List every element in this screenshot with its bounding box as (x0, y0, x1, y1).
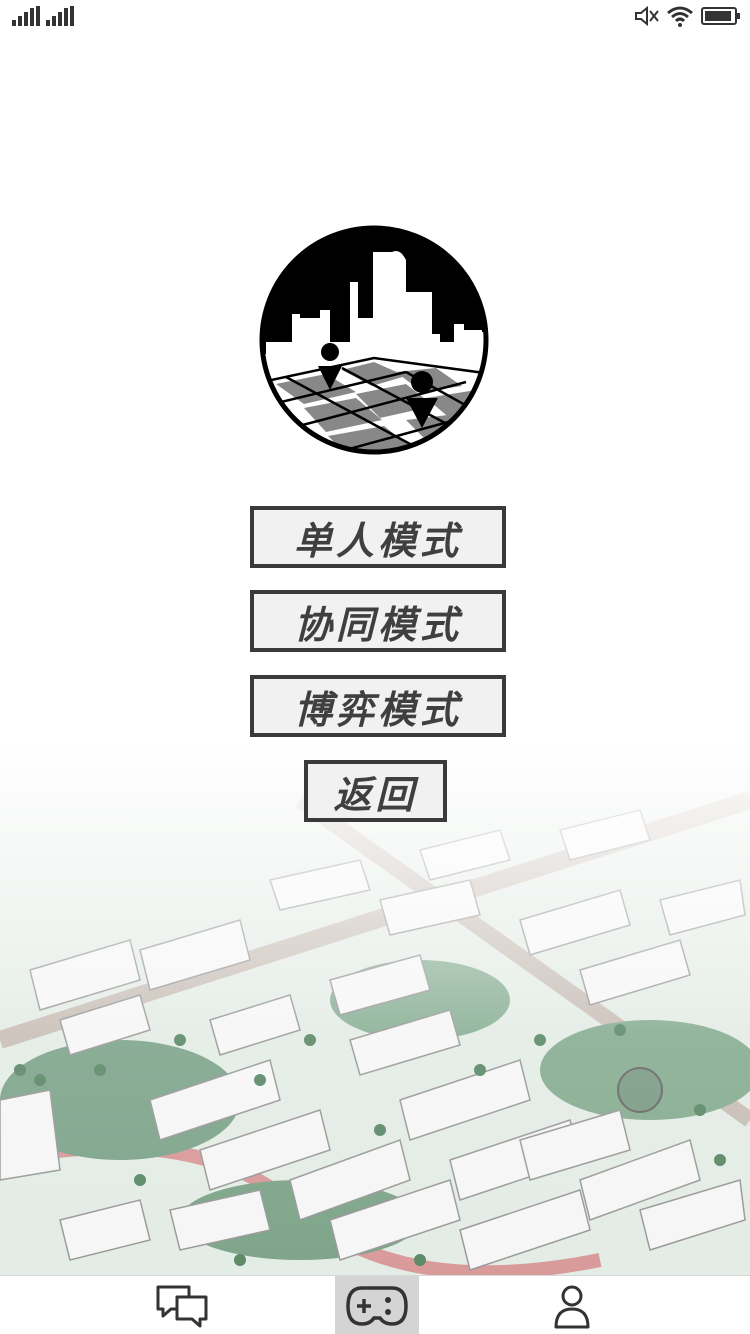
game-theory-mode-button[interactable]: 博弈模式 (250, 675, 506, 737)
tab-profile[interactable] (530, 1276, 614, 1334)
signal-bars-icon (12, 6, 40, 26)
person-icon (554, 1285, 590, 1328)
city-chessboard-logo (259, 225, 489, 455)
status-bar (0, 0, 750, 32)
back-button[interactable]: 返回 (304, 760, 447, 822)
volume-muted-icon (635, 5, 659, 27)
coop-mode-button[interactable]: 协同模式 (250, 590, 506, 652)
signal-bars-icon (46, 6, 74, 26)
tab-bar (0, 1275, 750, 1334)
chat-bubbles-icon (156, 1285, 208, 1327)
tab-game[interactable] (335, 1276, 419, 1334)
battery-icon (701, 7, 740, 25)
status-icons (635, 5, 740, 27)
wifi-icon (667, 6, 693, 27)
tab-chat[interactable] (140, 1276, 224, 1334)
gamepad-icon (346, 1285, 408, 1326)
single-mode-button[interactable]: 单人模式 (250, 506, 506, 568)
